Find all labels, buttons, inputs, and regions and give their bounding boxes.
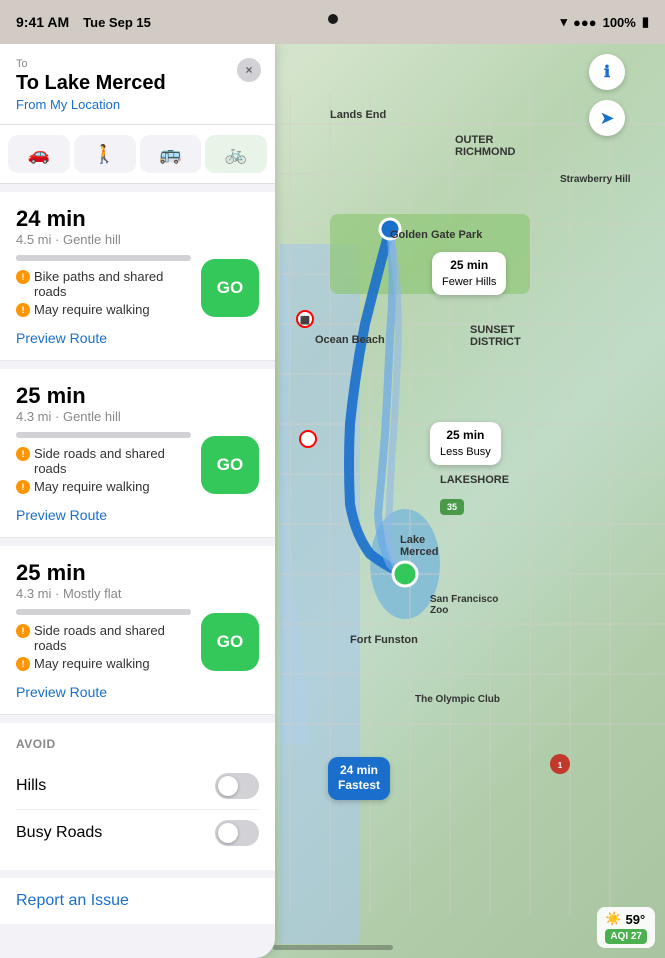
- route-2-inner: ! Side roads and shared roads ! May requ…: [16, 432, 259, 497]
- route-1-progress: [16, 255, 191, 261]
- close-icon: ×: [245, 63, 252, 77]
- route-3-progress-wrap: ! Side roads and shared roads ! May requ…: [16, 609, 191, 674]
- route-1-warning-2: ! May require walking: [16, 302, 191, 317]
- weather-widget: ☀️ 59° AQI 27: [597, 907, 655, 948]
- go-button-2[interactable]: GO: [201, 436, 259, 494]
- warning-dot-2: !: [16, 303, 30, 317]
- route-3-progress: [16, 609, 191, 615]
- close-button[interactable]: ×: [237, 58, 261, 82]
- warning-dot-5: !: [16, 624, 30, 638]
- camera-dot: [328, 14, 338, 24]
- destination-title: To Lake Merced: [16, 72, 259, 95]
- avoid-hills-label: Hills: [16, 777, 46, 795]
- header-to-label: To: [16, 58, 259, 70]
- route-3-inner: ! Side roads and shared roads ! May requ…: [16, 609, 259, 674]
- sidebar-panel: To To Lake Merced From My Location × 🚗 🚶…: [0, 44, 275, 958]
- warning-text-1: Bike paths and shared roads: [34, 269, 191, 299]
- status-time: 9:41 AM: [16, 14, 69, 30]
- route-2-progress: [16, 432, 191, 438]
- avoid-busy-roads-row: Busy Roads: [16, 810, 259, 856]
- go-button-3[interactable]: GO: [201, 613, 259, 671]
- status-right: ▾ ●●● 100% ▮: [561, 14, 650, 30]
- battery-icon: ▮: [642, 14, 649, 30]
- tab-bike[interactable]: 🚲: [205, 135, 267, 173]
- transport-tabs: 🚗 🚶 🚌 🚲: [0, 125, 275, 184]
- route-1-progress-wrap: ! Bike paths and shared roads ! May requ…: [16, 255, 191, 320]
- preview-link-1[interactable]: Preview Route: [16, 330, 259, 346]
- avoid-section: AVOID Hills Busy Roads: [0, 723, 275, 870]
- label-fastest: 24 min Fastest: [328, 757, 390, 800]
- route-1-detail: 4.5 mi · Gentle hill: [16, 232, 259, 247]
- warning-dot-4: !: [16, 480, 30, 494]
- label-fewer-hills: 25 minFewer Hills: [432, 252, 506, 295]
- aqi-badge: AQI 27: [605, 929, 647, 944]
- route-2-warning-1: ! Side roads and shared roads: [16, 446, 191, 476]
- battery-label: 100%: [603, 15, 636, 30]
- avoid-title: AVOID: [16, 737, 259, 751]
- route-2-time: 25 min: [16, 383, 259, 409]
- from-text: From: [16, 97, 46, 112]
- location-button[interactable]: ➤: [589, 100, 625, 136]
- warning-text-3: Side roads and shared roads: [34, 446, 191, 476]
- route-card-1: 24 min 4.5 mi · Gentle hill ! Bike paths…: [0, 192, 275, 361]
- warning-text-5: Side roads and shared roads: [34, 623, 191, 653]
- route-2-detail: 4.3 mi · Gentle hill: [16, 409, 259, 424]
- home-indicator[interactable]: [273, 945, 393, 950]
- route-2-progress-wrap: ! Side roads and shared roads ! May requ…: [16, 432, 191, 497]
- tab-car[interactable]: 🚗: [8, 135, 70, 173]
- avoid-busy-roads-label: Busy Roads: [16, 824, 102, 842]
- route-card-2: 25 min 4.3 mi · Gentle hill ! Side roads…: [0, 369, 275, 538]
- warning-text-2: May require walking: [34, 302, 150, 317]
- warning-text-6: May require walking: [34, 656, 150, 671]
- svg-text:35: 35: [447, 502, 457, 512]
- route-3-time: 25 min: [16, 560, 259, 586]
- status-date: Tue Sep 15: [83, 15, 151, 30]
- weather-icon: ☀️: [605, 911, 621, 927]
- warning-dot-3: !: [16, 447, 30, 461]
- report-section: Report an Issue: [0, 878, 275, 924]
- busy-roads-toggle[interactable]: [215, 820, 259, 846]
- avoid-hills-row: Hills: [16, 763, 259, 810]
- svg-text:1: 1: [558, 761, 563, 770]
- route-3-warning-2: ! May require walking: [16, 656, 191, 671]
- info-icon: ℹ: [604, 62, 610, 82]
- route-1-inner: ! Bike paths and shared roads ! May requ…: [16, 255, 259, 320]
- tab-transit[interactable]: 🚌: [140, 135, 202, 173]
- route-3-detail: 4.3 mi · Mostly flat: [16, 586, 259, 601]
- route-1-time: 24 min: [16, 206, 259, 232]
- temperature: 59°: [626, 912, 646, 927]
- preview-link-3[interactable]: Preview Route: [16, 684, 259, 700]
- from-location: My Location: [50, 97, 120, 112]
- signal-icon: ●●●: [573, 15, 597, 30]
- warning-dot-1: !: [16, 270, 30, 284]
- info-button[interactable]: ℹ: [589, 54, 625, 90]
- label-less-busy: 25 minLess Busy: [430, 422, 501, 465]
- sidebar-header: To To Lake Merced From My Location ×: [0, 44, 275, 125]
- from-label: From My Location: [16, 97, 259, 112]
- route-2-warning-2: ! May require walking: [16, 479, 191, 494]
- warning-dot-6: !: [16, 657, 30, 671]
- route-3-warning-1: ! Side roads and shared roads: [16, 623, 191, 653]
- report-link[interactable]: Report an Issue: [16, 892, 129, 909]
- arrow-icon: ➤: [599, 108, 614, 129]
- route-1-warning-1: ! Bike paths and shared roads: [16, 269, 191, 299]
- route-card-3: 25 min 4.3 mi · Mostly flat ! Side roads…: [0, 546, 275, 715]
- wifi-icon: ▾: [561, 14, 568, 30]
- tab-walk[interactable]: 🚶: [74, 135, 136, 173]
- hills-toggle[interactable]: [215, 773, 259, 799]
- preview-link-2[interactable]: Preview Route: [16, 507, 259, 523]
- svg-text:⬛: ⬛: [300, 315, 310, 325]
- go-button-1[interactable]: GO: [201, 259, 259, 317]
- warning-text-4: May require walking: [34, 479, 150, 494]
